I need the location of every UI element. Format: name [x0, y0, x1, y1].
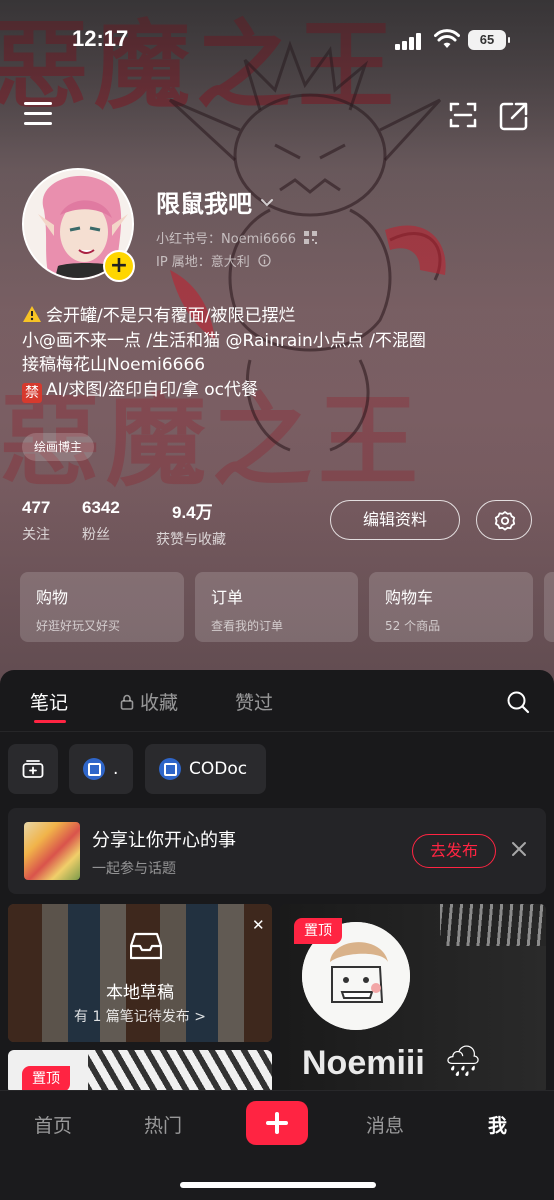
collection-icon — [159, 758, 181, 780]
tab-collections[interactable]: 收藏 — [120, 688, 178, 715]
publish-button[interactable] — [246, 1101, 308, 1145]
close-icon[interactable] — [510, 840, 528, 858]
lock-icon — [120, 694, 134, 710]
scan-icon[interactable] — [448, 100, 478, 130]
edit-profile-button[interactable]: 编辑资料 — [330, 500, 460, 540]
settings-button[interactable] — [476, 500, 532, 540]
collection-chip-label: . — [113, 759, 119, 779]
collection-icon — [83, 758, 105, 780]
profile-tabs: 笔记 收藏 赞过 — [0, 670, 554, 732]
pinned-note-card[interactable]: Noemiii 🌧 置顶 — [280, 904, 546, 1094]
new-collection-button[interactable] — [8, 744, 58, 794]
shortcut-subtitle: 查看我的订单 — [211, 619, 284, 633]
warning-icon — [23, 306, 41, 322]
stat-label: 关注 — [22, 527, 50, 543]
status-time: 12:17 — [72, 26, 129, 51]
creator-tag: 绘画博主 — [22, 433, 95, 461]
collection-chip-label: CODoc — [189, 759, 248, 779]
status-bar: 12:17 65 — [0, 24, 554, 60]
topic-title: 分享让你开心的事 — [92, 830, 236, 851]
stat-following[interactable]: 477 关注 — [22, 498, 50, 544]
profile-name: 限鼠我吧 — [156, 190, 252, 218]
add-folder-icon — [22, 760, 44, 778]
chevron-down-icon — [261, 198, 273, 206]
pinned-badge: 置顶 — [22, 1066, 70, 1092]
tab-notes[interactable]: 笔记 — [30, 688, 68, 715]
ip-location: IP 属地：意大利 — [156, 255, 250, 270]
rain-cloud-icon: 🌧 — [444, 1044, 483, 1079]
shortcut-title: 订单 — [211, 588, 244, 607]
cellular-signal-icon — [395, 32, 425, 50]
topic-thumbnail — [24, 822, 80, 880]
close-icon[interactable]: ✕ — [252, 916, 265, 934]
nav-me[interactable]: 我 — [488, 1111, 507, 1138]
add-avatar-badge-icon[interactable]: + — [103, 250, 135, 282]
note-cover-text: Noemiii — [302, 1044, 425, 1082]
bio-line: 小@画不来一点 /生活和猫 @Rainrain小点点 /不混圈 — [22, 329, 426, 354]
active-tab-indicator — [34, 720, 66, 723]
bio-line: 会开罐/不是只有覆面/被限已摆烂 — [22, 304, 426, 329]
nav-home[interactable]: 首页 — [34, 1111, 72, 1138]
bio-line: 接稿梅花山Noemi6666 — [22, 353, 426, 378]
inbox-icon — [130, 932, 162, 960]
stat-value: 477 — [22, 498, 51, 517]
redbook-id: 小红书号：Noemi6666 — [156, 232, 297, 247]
profile-name-row[interactable]: 限鼠我吧 — [156, 184, 274, 219]
menu-icon[interactable] — [24, 102, 52, 126]
bio-line-1: 会开罐/不是只有覆面/被限已摆烂 — [46, 306, 296, 326]
shortcut-subtitle: 好逛好玩又好买 — [36, 619, 121, 633]
shortcut-subtitle: 52 个商品 — [385, 619, 441, 633]
bio-line-2: 小@画不来一点 /生活和猫 @Rainrain小点点 /不混圈 — [22, 330, 426, 351]
tab-likes[interactable]: 赞过 — [235, 688, 273, 715]
shortcut-orders[interactable]: 订单 查看我的订单 — [195, 572, 358, 642]
home-indicator — [180, 1182, 376, 1188]
collection-chip[interactable]: . — [69, 744, 133, 794]
profile-bio: 会开罐/不是只有覆面/被限已摆烂 小@画不来一点 /生活和猫 @Rainrain… — [22, 304, 426, 403]
stat-label: 粉丝 — [82, 527, 110, 543]
note-card[interactable]: 置顶 — [8, 1050, 272, 1094]
bio-line-3: 接稿梅花山Noemi6666 — [22, 355, 206, 375]
pinned-badge: 置顶 — [294, 918, 342, 944]
shortcut-shopping[interactable]: 购物 好逛好玩又好买 — [20, 572, 184, 642]
draft-subtitle: 有 1 篇笔记待发布 > — [74, 1009, 206, 1025]
local-drafts-card[interactable]: 本地草稿 有 1 篇笔记待发布 > ✕ — [8, 904, 272, 1042]
info-icon[interactable] — [258, 254, 271, 267]
draft-title: 本地草稿 — [106, 983, 174, 1003]
ip-location-row: IP 属地：意大利 — [156, 251, 271, 270]
stat-value: 9.4万 — [172, 503, 213, 522]
shortcut-more[interactable] — [544, 572, 554, 642]
shortcut-cart[interactable]: 购物车 52 个商品 — [369, 572, 533, 642]
stat-likes-and-collections[interactable]: 9.4万 获赞与收藏 — [156, 498, 226, 549]
bio-line-4: AI/求图/盗印自印/拿 oc代餐 — [46, 379, 258, 400]
nav-hot[interactable]: 热门 — [144, 1111, 182, 1138]
qr-code-icon[interactable] — [304, 231, 318, 244]
redbook-id-row[interactable]: 小红书号：Noemi6666 — [156, 228, 318, 247]
tab-collections-label: 收藏 — [140, 692, 179, 714]
battery-icon: 65 — [468, 30, 510, 50]
share-icon[interactable] — [498, 100, 530, 132]
prohibited-icon: 禁 — [22, 382, 42, 403]
bio-line: 禁 AI/求图/盗印自印/拿 oc代餐 — [22, 378, 426, 403]
go-post-button[interactable]: 去发布 — [412, 834, 496, 868]
shortcut-title: 购物 — [36, 588, 69, 607]
stat-value: 6342 — [82, 498, 120, 517]
nav-messages[interactable]: 消息 — [366, 1111, 404, 1138]
gear-icon — [494, 511, 516, 531]
collection-chip[interactable]: CODoc — [145, 744, 266, 794]
topic-subtitle: 一起参与话题 — [92, 861, 176, 877]
stat-followers[interactable]: 6342 粉丝 — [82, 498, 120, 544]
topic-suggestion: 分享让你开心的事 一起参与话题 去发布 — [8, 808, 546, 894]
stat-label: 获赞与收藏 — [156, 532, 226, 548]
search-icon[interactable] — [506, 690, 530, 714]
wifi-icon — [434, 29, 460, 48]
shortcut-title: 购物车 — [385, 588, 434, 607]
